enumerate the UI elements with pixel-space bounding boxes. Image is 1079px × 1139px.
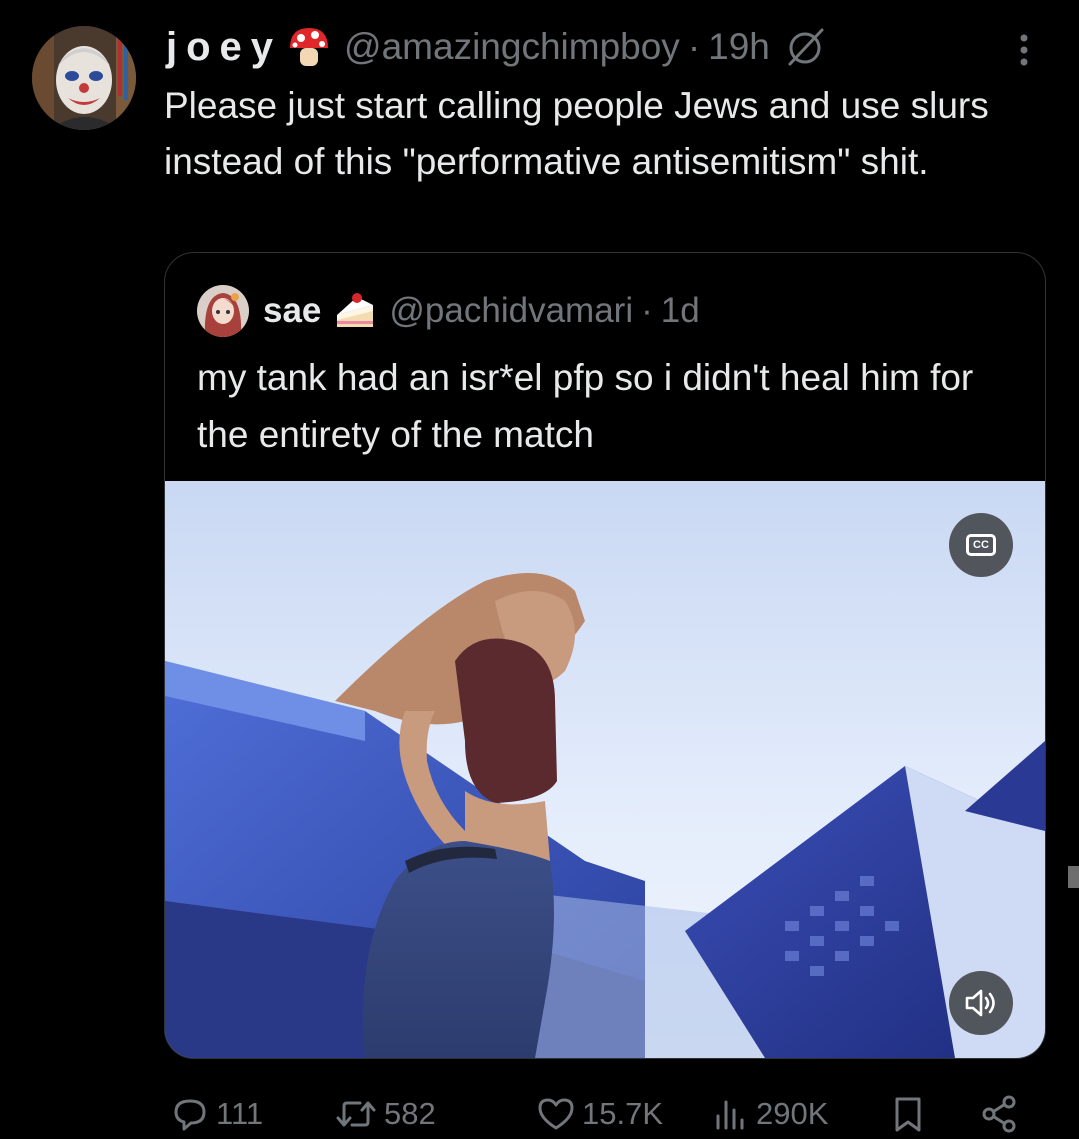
reply-bubble-icon xyxy=(174,1099,206,1131)
quoted-author-avatar[interactable] xyxy=(197,285,249,337)
more-options-icon[interactable] xyxy=(1004,28,1044,72)
views-button[interactable]: 290K xyxy=(710,1088,828,1139)
quoted-tweet-card[interactable]: sae @pachidvamari · 1d my tank had an is… xyxy=(164,252,1046,1059)
ghost-slash-icon xyxy=(788,28,824,66)
tweet-time[interactable]: 19h xyxy=(708,26,770,68)
mushroom-icon xyxy=(290,28,329,66)
anime-girl-avatar xyxy=(197,285,249,337)
author-avatar[interactable] xyxy=(32,26,136,130)
repost-count: 582 xyxy=(384,1096,436,1131)
separator-dot: · xyxy=(687,26,701,67)
tweet-text: Please just start calling people Jews an… xyxy=(164,85,989,182)
captions-icon: CC xyxy=(966,534,996,556)
views-count: 290K xyxy=(756,1096,829,1131)
author-handle[interactable]: @amazingchimpboy xyxy=(344,26,680,68)
reply-button[interactable]: 111 xyxy=(170,1088,263,1139)
sound-button[interactable] xyxy=(949,971,1013,1035)
author-display-name[interactable]: joey xyxy=(166,25,282,70)
heart-icon xyxy=(538,1098,574,1130)
reply-count: 111 xyxy=(216,1096,264,1131)
quoted-tweet-video[interactable]: CC xyxy=(165,481,1045,1058)
quoted-tweet-text: my tank had an isr*el pfp so i didn't he… xyxy=(197,357,974,455)
repost-icon xyxy=(336,1101,376,1127)
tweet-header: joey @amazingchimpboy · 19h xyxy=(166,22,826,72)
speaker-on-icon xyxy=(965,989,995,1017)
quoted-author-handle[interactable]: @pachidvamari xyxy=(389,291,633,331)
tweet-actions: 111 582 15.7K 290K xyxy=(164,1088,1044,1139)
views-bar-chart-icon xyxy=(716,1100,744,1130)
share-icon xyxy=(982,1095,1016,1133)
bookmark-icon xyxy=(895,1097,921,1132)
captions-button[interactable]: CC xyxy=(949,513,1013,577)
share-button[interactable] xyxy=(978,1088,1020,1139)
repost-button[interactable]: 582 xyxy=(334,1088,436,1139)
clown-face-avatar xyxy=(32,26,136,130)
video-frame xyxy=(165,481,1045,1058)
quoted-tweet-time[interactable]: 1d xyxy=(661,291,700,331)
quoted-tweet-header: sae @pachidvamari · 1d xyxy=(197,285,700,337)
bookmark-button[interactable] xyxy=(888,1088,928,1139)
quoted-separator-dot: · xyxy=(641,291,653,330)
like-count: 15.7K xyxy=(582,1096,664,1131)
scrollbar-thumb[interactable] xyxy=(1068,866,1079,888)
cake-slice-icon xyxy=(337,293,374,327)
quoted-author-display-name[interactable]: sae xyxy=(263,291,321,331)
like-button[interactable]: 15.7K xyxy=(536,1088,663,1139)
